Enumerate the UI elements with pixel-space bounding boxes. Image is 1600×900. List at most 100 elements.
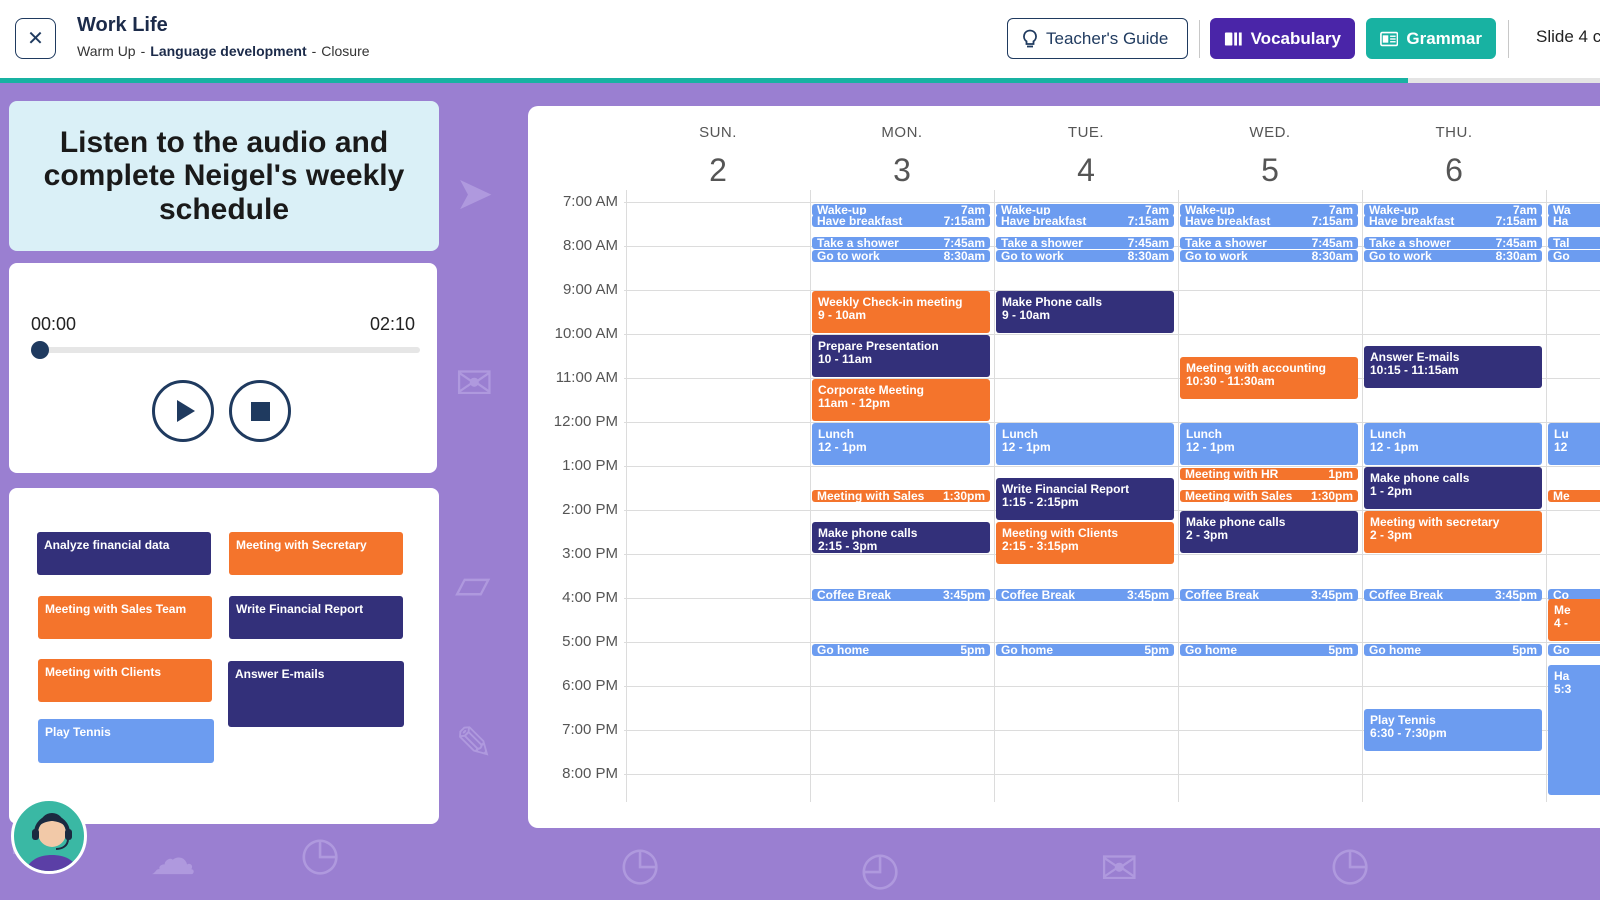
- lightbulb-doodle-icon: ✎: [455, 717, 494, 769]
- event-time: 8:30am: [943, 250, 985, 263]
- calendar-event[interactable]: Go home 5pm: [1180, 644, 1358, 656]
- draggable-card[interactable]: Meeting with Sales Team: [38, 596, 212, 639]
- calendar-event[interactable]: Have breakfast 7:15am: [1180, 215, 1358, 227]
- teachers-guide-button[interactable]: Teacher's Guide: [1007, 18, 1188, 59]
- calendar-event[interactable]: Go: [1548, 644, 1600, 656]
- calendar-event[interactable]: Answer E-mails 10:15 - 11:15am: [1364, 346, 1542, 388]
- calendar-event[interactable]: Have breakfast 7:15am: [812, 215, 990, 227]
- day-date[interactable]: 2: [626, 152, 810, 189]
- day-date[interactable]: 6: [1362, 152, 1546, 189]
- calendar-event[interactable]: Lunch 12 - 1pm: [996, 423, 1174, 465]
- event-time: 12 - 1pm: [1370, 440, 1419, 454]
- calendar-event[interactable]: Have breakfast 7:15am: [996, 215, 1174, 227]
- calendar-event[interactable]: Take a shower 7:45am: [812, 237, 990, 249]
- calendar-event[interactable]: Coffee Break 3:45pm: [1180, 589, 1358, 601]
- close-button[interactable]: ✕: [15, 18, 56, 59]
- hour-gridline: [624, 334, 1600, 335]
- draggable-card[interactable]: Meeting with Secretary: [229, 532, 403, 575]
- calendar-event[interactable]: Go to work 8:30am: [1364, 250, 1542, 263]
- event-time: 7:15am: [1311, 215, 1353, 227]
- support-agent-icon: [25, 813, 79, 871]
- calendar-event[interactable]: Corporate Meeting 11am - 12pm: [812, 379, 990, 421]
- draggable-card[interactable]: Play Tennis: [38, 719, 214, 763]
- tutor-avatar[interactable]: [11, 798, 87, 874]
- draggable-card[interactable]: Meeting with Clients: [38, 659, 212, 702]
- grammar-button[interactable]: Grammar: [1366, 18, 1496, 59]
- calendar-event[interactable]: Lu 12: [1548, 423, 1600, 465]
- event-title: Go to work: [1001, 250, 1064, 263]
- calendar-event[interactable]: Go to work 8:30am: [996, 250, 1174, 263]
- day-date[interactable]: 5: [1178, 152, 1362, 189]
- event-title: Meeting with Sales: [1185, 490, 1293, 502]
- day-date[interactable]: 4: [994, 152, 1178, 189]
- calendar-event[interactable]: Go home 5pm: [1364, 644, 1542, 656]
- calendar-event[interactable]: Make phone calls 2:15 - 3pm: [812, 522, 990, 553]
- calendar-event[interactable]: Ha: [1548, 215, 1600, 227]
- calendar-event[interactable]: Lunch 12 - 1pm: [1180, 423, 1358, 465]
- calendar-event[interactable]: Take a shower 7:45am: [1364, 237, 1542, 249]
- calendar-event[interactable]: Coffee Break 3:45pm: [812, 589, 990, 601]
- day-column-divider: [1546, 190, 1547, 802]
- calendar-event[interactable]: Make phone calls 2 - 3pm: [1180, 511, 1358, 553]
- calendar-event[interactable]: Me 4 -: [1548, 599, 1600, 641]
- calendar-event[interactable]: Lunch 12 - 1pm: [1364, 423, 1542, 465]
- calendar-event[interactable]: Me: [1548, 490, 1600, 502]
- audio-progress-handle[interactable]: [31, 341, 49, 359]
- lesson-progress-bar: [0, 78, 1600, 83]
- hour-label: 12:00 PM: [553, 413, 618, 430]
- calendar-event[interactable]: Prepare Presentation 10 - 11am: [812, 335, 990, 377]
- draggable-card[interactable]: Analyze financial data: [37, 532, 211, 575]
- calendar-event[interactable]: Make phone calls 1 - 2pm: [1364, 467, 1542, 509]
- calendar-event[interactable]: Take a shower 7:45am: [1180, 237, 1358, 249]
- event-time: 2:15 - 3pm: [818, 539, 878, 553]
- calendar-event[interactable]: Meeting with Sales 1:30pm: [812, 490, 990, 502]
- hour-label: 4:00 PM: [562, 589, 618, 606]
- calendar-event[interactable]: Meeting with Clients 2:15 - 3:15pm: [996, 522, 1174, 564]
- breadcrumb-warm-up[interactable]: Warm Up: [77, 43, 136, 59]
- calendar-event[interactable]: Go to work 8:30am: [1180, 250, 1358, 263]
- stop-button[interactable]: [229, 380, 291, 442]
- vocabulary-button[interactable]: Vocabulary: [1210, 18, 1355, 59]
- calendar-event[interactable]: Meeting with accounting 10:30 - 11:30am: [1180, 357, 1358, 399]
- audio-progress-track[interactable]: [42, 347, 420, 353]
- calendar-event[interactable]: Write Financial Report 1:15 - 2:15pm: [996, 478, 1174, 520]
- event-time: 5:3: [1554, 682, 1572, 696]
- event-title: Go: [1553, 250, 1570, 263]
- hour-label: 1:00 PM: [562, 457, 618, 474]
- calendar-event[interactable]: Weekly Check-in meeting 9 - 10am: [812, 291, 990, 333]
- calendar-event[interactable]: Go home 5pm: [812, 644, 990, 656]
- calendar-event[interactable]: Ha 5:3: [1548, 665, 1600, 795]
- breadcrumb-language-development[interactable]: Language development: [150, 43, 306, 59]
- calendar-event[interactable]: Have breakfast 7:15am: [1364, 215, 1542, 227]
- draggable-card[interactable]: Answer E-mails: [228, 661, 404, 727]
- stop-icon: [250, 401, 270, 421]
- event-title: Take a shower: [1001, 237, 1083, 249]
- event-time: 1:15 - 2:15pm: [1002, 495, 1079, 509]
- calendar-event[interactable]: Take a shower 7:45am: [996, 237, 1174, 249]
- hour-label: 8:00 AM: [562, 237, 618, 254]
- event-time: 7:15am: [943, 215, 985, 227]
- book-doodle-icon: ▱: [455, 557, 491, 609]
- calendar-event[interactable]: Go to work 8:30am: [812, 250, 990, 263]
- calendar-event[interactable]: Meeting with secretary 2 - 3pm: [1364, 511, 1542, 553]
- draggable-card[interactable]: Write Financial Report: [229, 596, 403, 639]
- calendar-event[interactable]: Tal: [1548, 237, 1600, 249]
- day-date[interactable]: 3: [810, 152, 994, 189]
- event-time: 2 - 3pm: [1370, 528, 1413, 542]
- calendar-event[interactable]: Lunch 12 - 1pm: [812, 423, 990, 465]
- calendar-event[interactable]: Meeting with Sales 1:30pm: [1180, 490, 1358, 502]
- hour-label: 2:00 PM: [562, 501, 618, 518]
- event-time: 3:45pm: [942, 589, 985, 601]
- calendar-event[interactable]: Coffee Break 3:45pm: [1364, 589, 1542, 601]
- event-time: 10 - 11am: [818, 352, 873, 366]
- calendar-event[interactable]: Go home 5pm: [996, 644, 1174, 656]
- event-time: 2:15 - 3:15pm: [1002, 539, 1079, 553]
- play-button[interactable]: [152, 380, 214, 442]
- breadcrumb-closure[interactable]: Closure: [321, 43, 369, 59]
- event-time: 5pm: [1512, 644, 1537, 656]
- calendar-event[interactable]: Coffee Break 3:45pm: [996, 589, 1174, 601]
- calendar-event[interactable]: Meeting with HR 1pm: [1180, 468, 1358, 480]
- calendar-event[interactable]: Make Phone calls 9 - 10am: [996, 291, 1174, 333]
- calendar-event[interactable]: Play Tennis 6:30 - 7:30pm: [1364, 709, 1542, 751]
- calendar-event[interactable]: Go: [1548, 250, 1600, 263]
